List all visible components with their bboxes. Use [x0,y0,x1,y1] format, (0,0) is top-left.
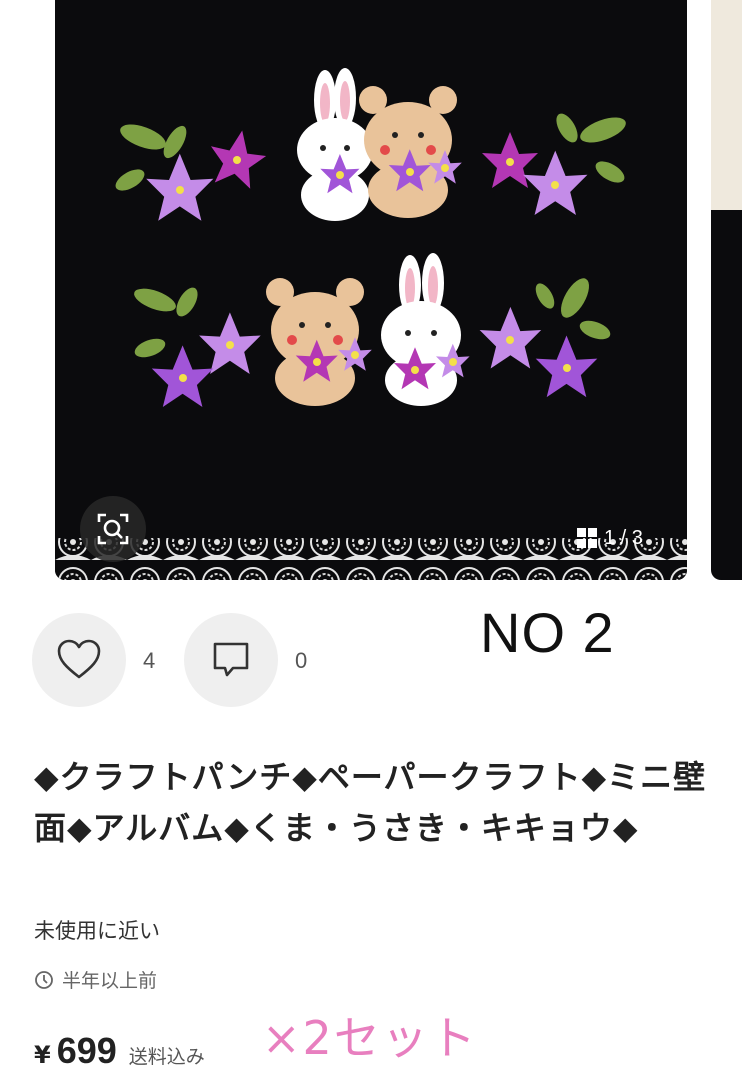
currency-symbol: ¥ [34,1041,51,1069]
image-counter: 1 / 3 [576,525,643,551]
grid-icon [577,528,597,548]
comment-button[interactable] [184,613,278,707]
posted-time-text: 半年以上前 [62,970,158,992]
like-button[interactable] [32,613,126,707]
clock-icon [35,970,53,989]
posted-time: 半年以上前 [34,966,157,993]
item-title: ◆クラフトパンチ◆ペーパークラフト◆ミニ壁面◆アルバム◆くま・うさき・キキョウ◆ [34,758,707,847]
item-condition: 未使用に近い [34,919,160,943]
product-photo[interactable] [55,0,687,580]
image-gallery[interactable]: 1 / 3 [0,0,742,582]
overlay-label: NO 2 [480,601,615,664]
zoom-scan-icon [97,513,129,545]
next-photo-peek[interactable] [711,0,742,580]
price-value: 699 [56,1030,117,1071]
comment-count: 0 [295,648,308,673]
zoom-button[interactable] [80,496,146,562]
comment-icon [213,642,249,677]
price: ¥ 699 送料込み [34,1030,205,1072]
image-counter-text: 1 / 3 [604,526,643,549]
like-count: 4 [143,648,156,673]
craft-artwork [55,68,687,580]
shipping-label: 送料込み [128,1046,205,1068]
handwritten-note: ×2セット [262,1011,478,1065]
heart-icon [57,639,101,679]
